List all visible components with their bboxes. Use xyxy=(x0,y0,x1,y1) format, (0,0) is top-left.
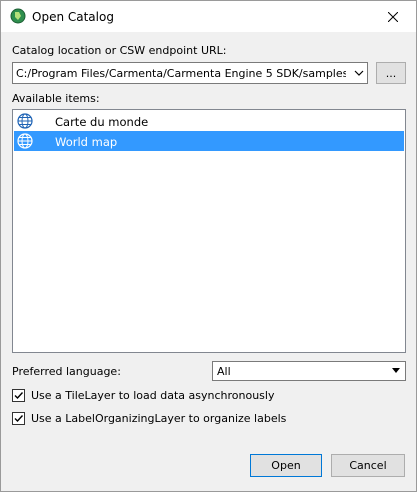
close-button[interactable] xyxy=(370,1,416,32)
checkmark-icon xyxy=(14,392,24,400)
window-title: Open Catalog xyxy=(32,10,114,24)
dropdown-arrow-icon xyxy=(392,368,400,373)
globe-icon xyxy=(17,113,33,129)
preferred-language-value: All xyxy=(217,365,231,378)
app-icon xyxy=(10,8,26,24)
browse-button-label: ... xyxy=(385,66,397,80)
list-item[interactable]: Carte du monde xyxy=(14,111,404,131)
tile-layer-label[interactable]: Use a TileLayer to load data asynchronou… xyxy=(31,389,274,402)
cancel-button-label: Cancel xyxy=(349,459,387,472)
catalog-location-label: Catalog location or CSW endpoint URL: xyxy=(12,44,227,57)
cancel-button[interactable]: Cancel xyxy=(331,454,405,477)
tile-layer-checkbox[interactable] xyxy=(12,389,25,402)
browse-button[interactable]: ... xyxy=(376,62,406,84)
preferred-language-label: Preferred language: xyxy=(12,365,121,378)
label-organizing-layer-checkbox[interactable] xyxy=(12,412,25,425)
catalog-location-value[interactable]: C:/Program Files/Carmenta/Carmenta Engin… xyxy=(16,67,346,80)
chevron-down-icon[interactable] xyxy=(354,68,364,78)
list-item-label: Carte du monde xyxy=(55,115,149,129)
label-organizing-layer-label[interactable]: Use a LabelOrganizingLayer to organize l… xyxy=(31,412,286,425)
open-catalog-dialog: Open Catalog Catalog location or CSW end… xyxy=(0,0,417,492)
close-icon xyxy=(388,11,398,22)
title-bar: Open Catalog xyxy=(1,1,416,32)
open-button[interactable]: Open xyxy=(250,454,322,477)
checkmark-icon xyxy=(14,415,24,423)
open-button-label: Open xyxy=(271,459,301,472)
globe-icon xyxy=(17,133,33,149)
list-item[interactable]: World map xyxy=(14,131,404,151)
available-items-label: Available items: xyxy=(12,92,100,105)
list-item-label: World map xyxy=(55,135,118,149)
preferred-language-select[interactable]: All xyxy=(212,361,406,381)
catalog-location-combobox[interactable]: C:/Program Files/Carmenta/Carmenta Engin… xyxy=(12,62,368,84)
available-items-list[interactable]: Carte du monde World map xyxy=(12,109,406,353)
